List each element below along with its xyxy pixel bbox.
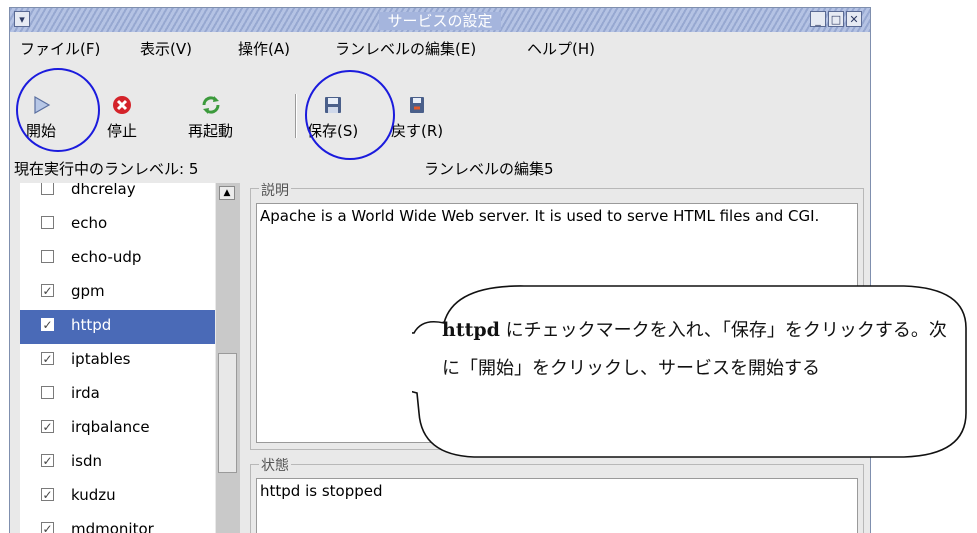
list-item[interactable]: ✓ iptables bbox=[20, 344, 215, 378]
start-highlight-circle bbox=[16, 68, 100, 152]
save-highlight-circle bbox=[305, 70, 395, 160]
callout-bold: httpd bbox=[442, 319, 500, 341]
service-checkbox[interactable]: ✓ bbox=[41, 420, 54, 433]
revert-button[interactable]: 戻す(R) bbox=[391, 94, 443, 141]
callout-text: httpd にチェックマークを入れ、「保存」をクリックする。次に「開始」をクリッ… bbox=[442, 311, 957, 388]
service-checkbox[interactable]: ✓ bbox=[41, 454, 54, 467]
window-title: サービスの設定 bbox=[379, 12, 501, 30]
menu-bar: ファイル(F) 表示(V) 操作(A) ランレベルの編集(E) ヘルプ(H) bbox=[10, 32, 870, 62]
restart-icon bbox=[201, 96, 220, 114]
service-checkbox[interactable]: ✓ bbox=[41, 488, 54, 501]
list-item[interactable]: irda bbox=[20, 378, 215, 412]
restart-button[interactable]: 再起動 bbox=[188, 94, 233, 141]
editing-runlevel-label: ランレベルの編集5 bbox=[424, 160, 554, 178]
service-name: dhcrelay bbox=[71, 183, 136, 198]
scroll-up-icon[interactable]: ▲ bbox=[219, 186, 235, 200]
list-item-selected[interactable]: ✓ httpd bbox=[20, 310, 215, 344]
state-text: httpd is stopped bbox=[256, 478, 858, 533]
service-name: echo bbox=[71, 214, 108, 232]
service-name: irqbalance bbox=[71, 418, 150, 436]
menu-view[interactable]: 表示(V) bbox=[140, 38, 192, 59]
current-runlevel-label: 現在実行中のランレベル: 5 bbox=[14, 160, 199, 178]
service-name: isdn bbox=[71, 452, 103, 470]
maximize-icon[interactable]: □ bbox=[828, 11, 844, 27]
stop-label: 停止 bbox=[107, 122, 138, 140]
menu-file[interactable]: ファイル(F) bbox=[20, 38, 100, 59]
service-name: mdmonitor bbox=[71, 520, 154, 533]
stop-icon bbox=[113, 96, 131, 114]
service-name: irda bbox=[71, 384, 100, 402]
menu-action[interactable]: 操作(A) bbox=[238, 38, 290, 59]
close-icon[interactable]: ✕ bbox=[846, 11, 862, 27]
service-name: gpm bbox=[71, 282, 105, 300]
service-name: iptables bbox=[71, 350, 131, 368]
list-item[interactable]: echo bbox=[20, 208, 215, 242]
revert-icon bbox=[410, 97, 425, 113]
list-item[interactable]: ✓ mdmonitor bbox=[20, 514, 215, 533]
toolbar: 開始 停止 再起動 保存(S) 戻す(R) bbox=[10, 68, 870, 154]
toolbar-separator bbox=[295, 94, 297, 138]
service-checkbox[interactable] bbox=[41, 386, 54, 399]
service-name: echo-udp bbox=[71, 248, 142, 266]
service-checkbox[interactable]: ✓ bbox=[41, 352, 54, 365]
stop-button[interactable]: 停止 bbox=[107, 94, 137, 141]
service-checkbox[interactable] bbox=[41, 250, 54, 263]
service-checkbox[interactable]: ✓ bbox=[41, 318, 54, 331]
service-list: dhcrelay echo echo-udp ✓ gpm ✓ httpd ✓ i… bbox=[20, 183, 215, 533]
list-item[interactable]: dhcrelay bbox=[20, 183, 215, 208]
service-checkbox[interactable]: ✓ bbox=[41, 284, 54, 297]
menu-edit-runlevel[interactable]: ランレベルの編集(E) bbox=[335, 38, 476, 59]
title-bar: ▾ サービスの設定 _ □ ✕ bbox=[10, 8, 870, 32]
menu-help[interactable]: ヘルプ(H) bbox=[527, 38, 595, 59]
list-item[interactable]: ✓ irqbalance bbox=[20, 412, 215, 446]
instruction-callout: httpd にチェックマークを入れ、「保存」をクリックする。次に「開始」をクリッ… bbox=[412, 283, 968, 461]
service-checkbox[interactable]: ✓ bbox=[41, 522, 54, 533]
service-checkbox[interactable] bbox=[41, 216, 54, 229]
revert-label: 戻す(R) bbox=[391, 122, 444, 140]
list-item[interactable]: ✓ kudzu bbox=[20, 480, 215, 514]
restart-label: 再起動 bbox=[188, 122, 234, 140]
callout-body: にチェックマークを入れ、「保存」をクリックする。次に「開始」をクリックし、サービ… bbox=[442, 320, 947, 379]
service-name: kudzu bbox=[71, 486, 116, 504]
list-item[interactable]: ✓ gpm bbox=[20, 276, 215, 310]
description-label: 説明 bbox=[259, 180, 291, 200]
service-name: httpd bbox=[71, 316, 112, 334]
scroll-thumb[interactable] bbox=[218, 353, 237, 473]
list-scrollbar[interactable]: ▲ bbox=[216, 183, 240, 533]
list-item[interactable]: ✓ isdn bbox=[20, 446, 215, 480]
service-checkbox[interactable] bbox=[41, 183, 54, 195]
minimize-icon[interactable]: _ bbox=[810, 11, 826, 27]
list-item[interactable]: echo-udp bbox=[20, 242, 215, 276]
state-label: 状態 bbox=[259, 455, 291, 475]
